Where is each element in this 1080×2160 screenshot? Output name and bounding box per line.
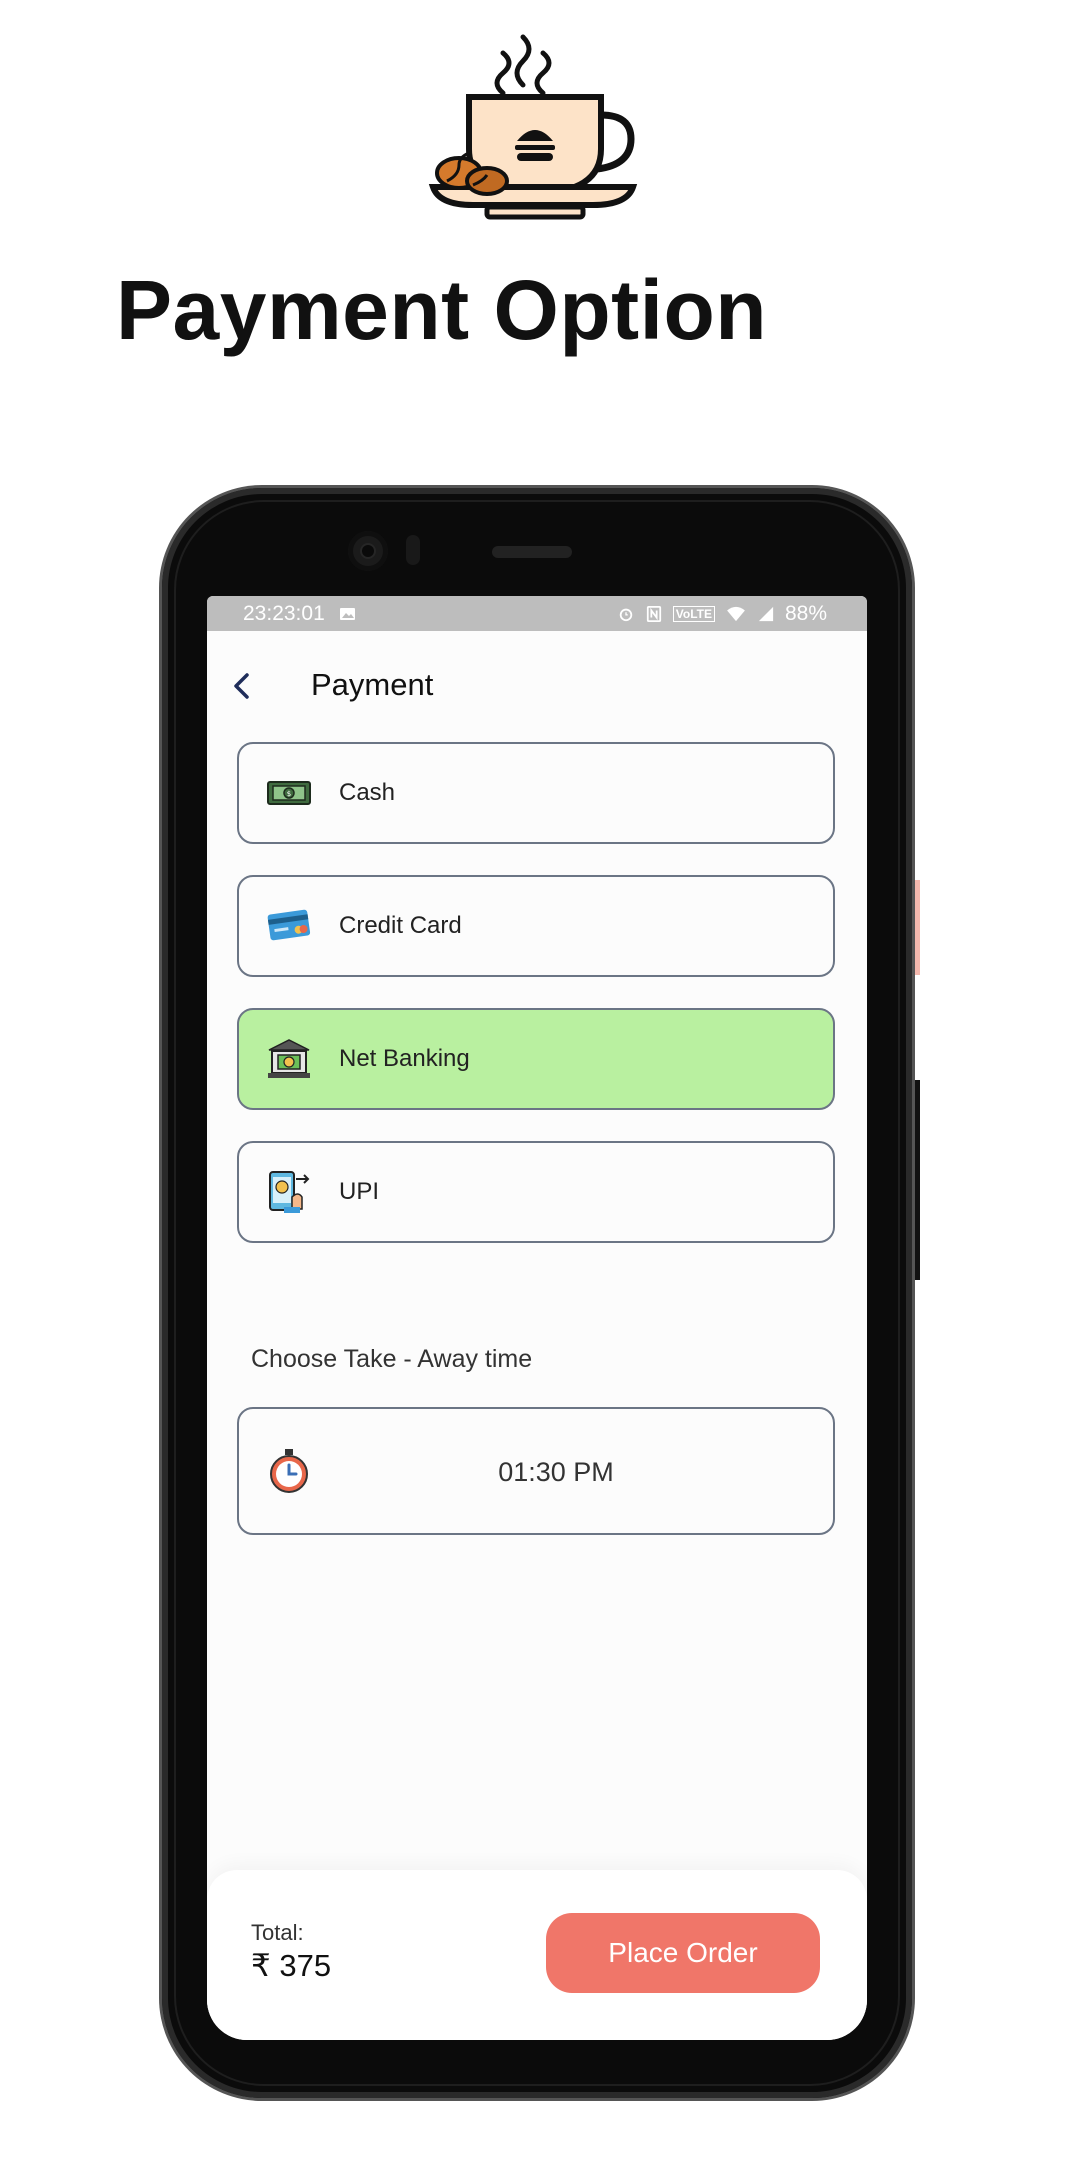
battery-level: 88% (784, 601, 827, 625)
screen-title: Payment (311, 667, 434, 702)
phone-power-button (912, 1080, 920, 1280)
order-footer: Total: ₹ 375 Place Order (207, 1870, 867, 2040)
phone-side-button (912, 880, 920, 975)
option-label: Credit Card (339, 912, 462, 939)
status-bar: 23:23:01 VoLTE 88% (207, 596, 867, 631)
credit-card-icon (265, 902, 313, 950)
bank-icon (265, 1035, 313, 1083)
svg-text:$: $ (287, 790, 291, 798)
back-arrow-icon[interactable] (227, 666, 257, 706)
alarm-icon (619, 608, 632, 621)
option-label: Net Banking (339, 1045, 470, 1072)
app-bar: Payment (207, 631, 867, 741)
coffee-cup-burger-icon (428, 34, 638, 220)
cash-icon: $ (265, 769, 313, 817)
takeaway-time-value: 01:30 PM (498, 1457, 614, 1487)
volte-badge: VoLTE (672, 605, 715, 622)
payment-option-credit-card[interactable]: Credit Card (237, 875, 835, 977)
image-notification-icon (339, 607, 355, 620)
place-order-button[interactable]: Place Order (546, 1913, 820, 1993)
payment-option-upi[interactable]: UPI (237, 1141, 835, 1243)
option-label: UPI (339, 1178, 380, 1205)
status-time-group: 23:23:01 (243, 602, 357, 626)
total-label: Total: (251, 1920, 304, 1945)
takeaway-time-label: Choose Take - Away time (251, 1345, 533, 1373)
proximity-sensor (406, 535, 420, 565)
wifi-icon (727, 606, 745, 621)
status-icons: VoLTE 88% (617, 602, 827, 626)
upi-phone-icon (265, 1168, 313, 1216)
phone-frame: 23:23:01 VoLTE 88% Payment $ Cash Credit… (162, 488, 912, 2098)
signal-icon (758, 606, 774, 621)
option-label: Cash (339, 779, 396, 806)
total-amount: ₹ 375 (251, 1948, 332, 1983)
status-time: 23:23:01 (243, 601, 325, 625)
page-headline: Payment Option (116, 263, 768, 357)
nfc-icon (646, 605, 661, 622)
payment-option-net-banking[interactable]: Net Banking (237, 1008, 835, 1110)
earpiece-speaker (492, 546, 572, 558)
app-screen: 23:23:01 VoLTE 88% Payment $ Cash Credit… (207, 596, 867, 2040)
front-camera (348, 531, 388, 571)
payment-option-cash[interactable]: $ Cash (237, 742, 835, 844)
takeaway-time-picker[interactable]: 01:30 PM (237, 1407, 835, 1535)
